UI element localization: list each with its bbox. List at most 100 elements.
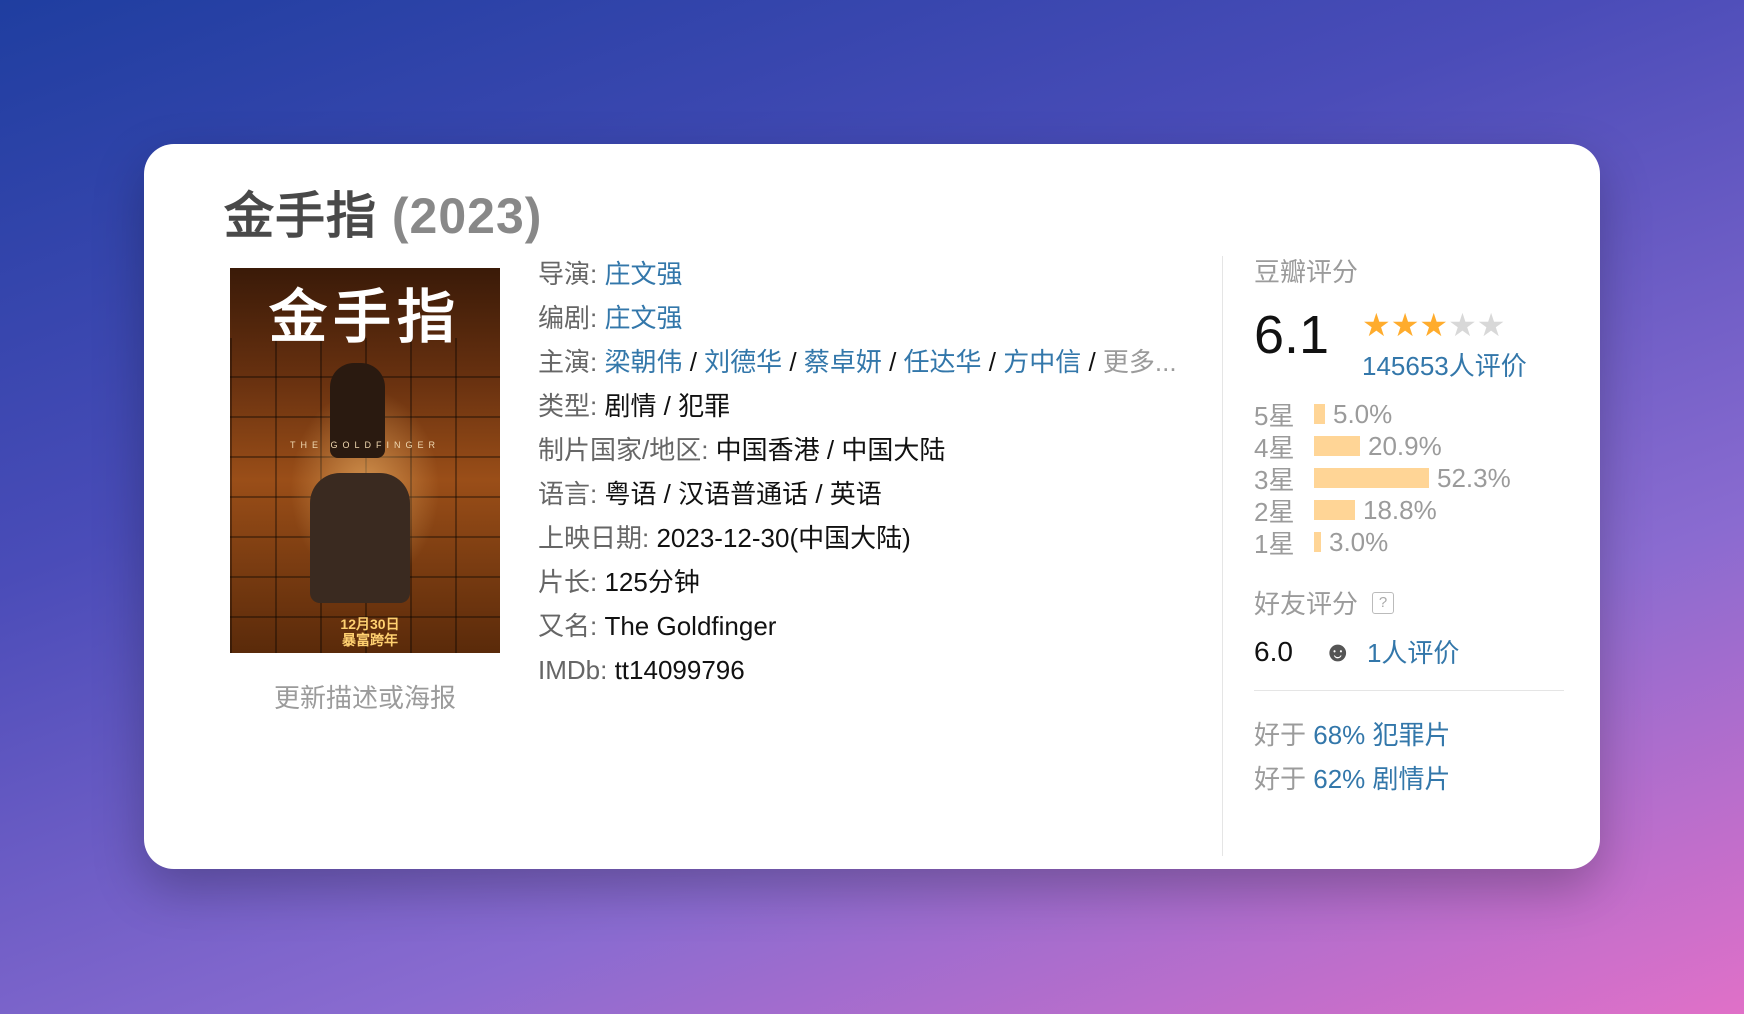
star-filled-icon: ★ bbox=[1419, 307, 1449, 343]
runtime-row: 片长: 125分钟 bbox=[538, 560, 1178, 604]
star-empty-icon: ★ bbox=[1448, 307, 1477, 343]
cast-more-link[interactable]: 更多... bbox=[1103, 347, 1177, 377]
runtime-value: 125分钟 bbox=[604, 567, 700, 597]
rating-bar-percent: 3.0% bbox=[1329, 526, 1389, 557]
aka-value: The Goldfinger bbox=[604, 611, 777, 641]
imdb-row: IMDb: tt14099796 bbox=[538, 648, 1178, 692]
rating-bar-percent: 5.0% bbox=[1333, 398, 1393, 429]
writer-link[interactable]: 庄文强 bbox=[604, 303, 682, 333]
cast-row: 主演: 梁朝伟 / 刘德华 / 蔡卓妍 / 任达华 / 方中信 / 更多... bbox=[538, 340, 1178, 384]
director-label: 导演: bbox=[538, 259, 605, 289]
better-than-row: 好于 62% 剧情片 bbox=[1254, 757, 1574, 801]
friend-rating-header: 好友评分 ? bbox=[1254, 584, 1574, 621]
rating-bar bbox=[1314, 436, 1360, 456]
friend-votes-link[interactable]: 1人评价 bbox=[1367, 633, 1459, 670]
rating-bar-percent: 52.3% bbox=[1437, 462, 1511, 493]
cast-link[interactable]: 方中信 bbox=[1003, 347, 1081, 377]
rating-bar-percent: 18.8% bbox=[1363, 494, 1437, 525]
movie-card: 金手指 (2023) 金手指 THE GOLDFINGER 12月30日 暴富跨… bbox=[144, 144, 1600, 869]
imdb-label: IMDb: bbox=[538, 655, 615, 685]
cast-separator: / bbox=[981, 347, 1004, 377]
release-value: 2023-12-30(中国大陆) bbox=[656, 523, 911, 553]
better-than-link[interactable]: 62% 剧情片 bbox=[1313, 764, 1450, 794]
movie-poster[interactable]: 金手指 THE GOLDFINGER 12月30日 暴富跨年 bbox=[230, 268, 500, 653]
rating-bar-row: 3星 52.3% bbox=[1254, 462, 1574, 495]
language-label: 语言: bbox=[538, 479, 605, 509]
rating-bar-row: 1星 3.0% bbox=[1254, 526, 1574, 559]
poster-date: 12月30日 暴富跨年 bbox=[320, 616, 420, 648]
cast-separator: / bbox=[881, 347, 904, 377]
poster-figure bbox=[310, 473, 410, 603]
better-than-pct: 68% bbox=[1313, 720, 1366, 750]
friend-avatar-icon[interactable]: ☻ bbox=[1323, 636, 1355, 668]
rating-bar-row: 2星 18.8% bbox=[1254, 494, 1574, 527]
language-value: 粤语 / 汉语普通话 / 英语 bbox=[604, 479, 882, 509]
poster-english-title: THE GOLDFINGER bbox=[289, 440, 440, 450]
vertical-divider bbox=[1222, 256, 1223, 856]
better-than-pct: 62% bbox=[1313, 764, 1366, 794]
imdb-value: tt14099796 bbox=[614, 655, 745, 685]
cast-link[interactable]: 梁朝伟 bbox=[604, 347, 682, 377]
rating-bar bbox=[1314, 468, 1429, 488]
rating-bar bbox=[1314, 532, 1321, 552]
writer-row: 编剧: 庄文强 bbox=[538, 296, 1178, 340]
star-filled-icon: ★ bbox=[1390, 307, 1420, 343]
director-link[interactable]: 庄文强 bbox=[604, 259, 682, 289]
release-label: 上映日期: bbox=[538, 523, 657, 553]
release-row: 上映日期: 2023-12-30(中国大陆) bbox=[538, 516, 1178, 560]
cast-separator: / bbox=[682, 347, 705, 377]
rating-bar-row: 4星 20.9% bbox=[1254, 430, 1574, 463]
friend-rating-row: 6.0 ☻ 1人评价 bbox=[1254, 633, 1574, 670]
better-than-link[interactable]: 68% 犯罪片 bbox=[1313, 720, 1450, 750]
rating-bar-label: 1星 bbox=[1254, 528, 1295, 559]
aka-label: 又名: bbox=[538, 611, 605, 641]
horizontal-divider bbox=[1254, 690, 1564, 691]
writer-label: 编剧: bbox=[538, 303, 605, 333]
cast-label: 主演: bbox=[538, 347, 605, 377]
rating-bar bbox=[1314, 404, 1325, 424]
cast-link[interactable]: 刘德华 bbox=[704, 347, 782, 377]
score-row: 6.1 ★★★★★ 145653人评价 bbox=[1254, 292, 1574, 388]
better-than-prefix: 好于 bbox=[1254, 720, 1314, 750]
rating-distribution: 5星 5.0% 4星 20.9% 3星 52.3% 2星 18.8% 1星 3.0% bbox=[1254, 398, 1574, 559]
aka-row: 又名: The Goldfinger bbox=[538, 604, 1178, 648]
better-than-section: 好于 68% 犯罪片 好于 62% 剧情片 bbox=[1254, 713, 1574, 801]
rating-bar bbox=[1314, 500, 1355, 520]
movie-year: (2023) bbox=[391, 188, 543, 244]
genre-value: 剧情 / 犯罪 bbox=[604, 391, 731, 421]
cast-separator: / bbox=[782, 347, 804, 377]
page-title: 金手指 (2023) bbox=[224, 176, 542, 248]
rating-bar-percent: 20.9% bbox=[1368, 430, 1442, 461]
better-than-prefix: 好于 bbox=[1254, 764, 1314, 794]
cast-separator: / bbox=[1081, 347, 1103, 377]
cast-link[interactable]: 蔡卓妍 bbox=[804, 347, 882, 377]
rating-panel: 豆瓣评分 6.1 ★★★★★ 145653人评价 5星 5.0% 4星 20.9% 3星… bbox=[1254, 252, 1574, 801]
language-row: 语言: 粤语 / 汉语普通话 / 英语 bbox=[538, 472, 1178, 516]
poster-title-art: 金手指 bbox=[268, 283, 461, 351]
genre-row: 类型: 剧情 / 犯罪 bbox=[538, 384, 1178, 428]
country-value: 中国香港 / 中国大陆 bbox=[715, 435, 946, 465]
rating-bar-row: 5星 5.0% bbox=[1254, 398, 1574, 431]
rating-votes-link[interactable]: 145653人评价 bbox=[1362, 346, 1527, 383]
rating-score: 6.1 bbox=[1254, 305, 1330, 365]
friend-rating-label: 好友评分 bbox=[1254, 589, 1359, 619]
cast-link[interactable]: 任达华 bbox=[904, 347, 982, 377]
star-empty-icon: ★ bbox=[1476, 307, 1506, 343]
friend-score: 6.0 bbox=[1254, 635, 1293, 667]
better-than-genre: 犯罪片 bbox=[1372, 720, 1451, 750]
movie-info: 导演: 庄文强 编剧: 庄文强 主演: 梁朝伟 / 刘德华 / 蔡卓妍 / 任达… bbox=[538, 252, 1178, 692]
country-label: 制片国家/地区: bbox=[538, 435, 716, 465]
better-than-row: 好于 68% 犯罪片 bbox=[1254, 713, 1574, 757]
genre-label: 类型: bbox=[538, 391, 605, 421]
rating-header: 豆瓣评分 bbox=[1254, 257, 1359, 287]
rating-stars: ★★★★★ bbox=[1362, 306, 1505, 344]
update-poster-link[interactable]: 更新描述或海报 bbox=[230, 678, 500, 715]
poster-date-line: 暴富跨年 bbox=[342, 632, 398, 648]
star-filled-icon: ★ bbox=[1362, 307, 1391, 343]
poster-date-line: 12月30日 bbox=[340, 616, 400, 632]
help-icon[interactable]: ? bbox=[1372, 591, 1395, 614]
director-row: 导演: 庄文强 bbox=[538, 252, 1178, 296]
country-row: 制片国家/地区: 中国香港 / 中国大陆 bbox=[538, 428, 1178, 472]
movie-title: 金手指 bbox=[224, 188, 377, 244]
runtime-label: 片长: bbox=[538, 567, 605, 597]
